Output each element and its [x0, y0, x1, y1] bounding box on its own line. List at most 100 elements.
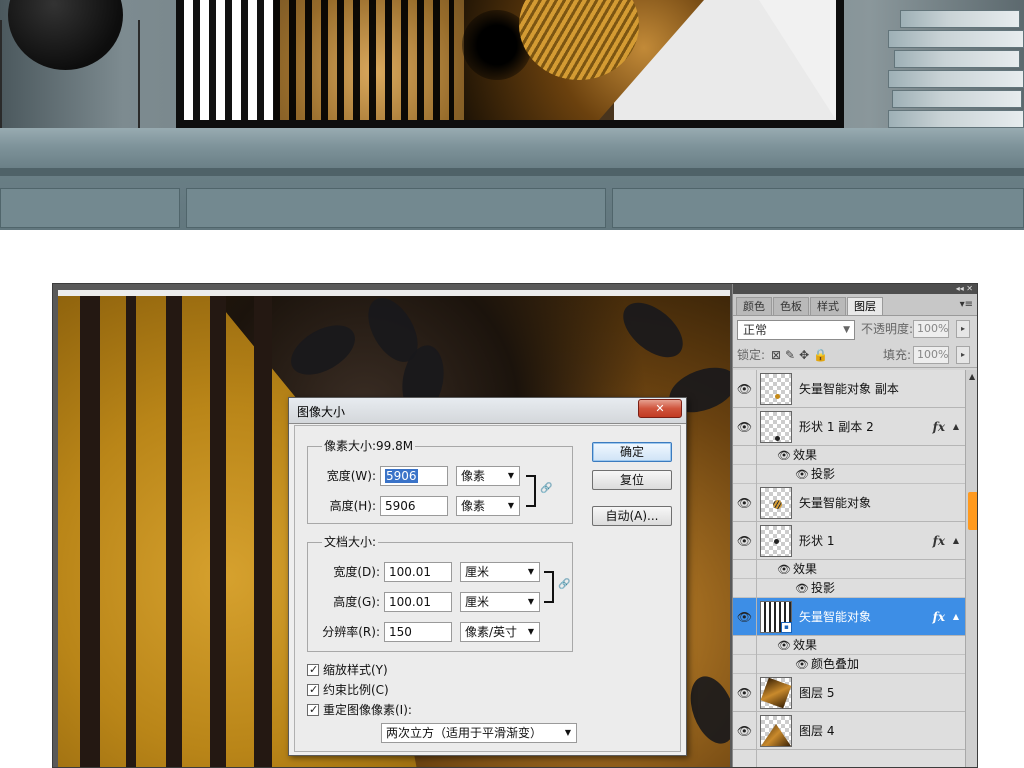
- pixel-width-unit-select[interactable]: 像素 ▼: [456, 466, 520, 486]
- expand-triangle-icon[interactable]: ▲: [953, 598, 959, 636]
- pixel-dimensions-legend: 像素大小:99.8M: [322, 439, 416, 453]
- effect-eye-icon[interactable]: 👁: [795, 579, 809, 598]
- effect-row[interactable]: 👁 颜色叠加: [733, 655, 965, 674]
- lock-label: 锁定:: [737, 348, 766, 362]
- pixel-height-label: 高度(H):: [329, 499, 376, 513]
- visibility-eye-icon[interactable]: 👁: [733, 712, 757, 750]
- effects-row[interactable]: 👁 效果: [733, 636, 965, 655]
- lock-icons[interactable]: ⊠✎✥🔒: [771, 345, 832, 365]
- doc-width-unit-select[interactable]: 厘米 ▼: [460, 562, 540, 582]
- fx-icon[interactable]: fx: [933, 522, 945, 560]
- layer-thumbnail: [760, 487, 792, 519]
- resample-checkbox[interactable]: 重定图像像素(I):: [307, 702, 412, 718]
- layer-row-selected[interactable]: 👁 ▪ 矢量智能对象 fx ▲: [733, 598, 965, 636]
- visibility-eye-icon[interactable]: 👁: [733, 674, 757, 712]
- resolution-label: 分辨率(R):: [322, 625, 380, 639]
- layer-row[interactable]: 👁 矢量智能对象 副本: [733, 370, 965, 408]
- checkbox-checked-icon: [307, 682, 319, 698]
- layer-row[interactable]: 👁 图层 5: [733, 674, 965, 712]
- opacity-label: 不透明度:: [861, 322, 914, 336]
- effect-row[interactable]: 👁 投影: [733, 579, 965, 598]
- layer-name: 矢量智能对象: [799, 610, 872, 624]
- chevron-down-icon: ▼: [527, 597, 534, 606]
- pixel-height-unit-select[interactable]: 像素 ▼: [456, 496, 520, 516]
- panel-menu-icon[interactable]: ▾≡: [960, 299, 973, 310]
- layer-row[interactable]: [733, 750, 965, 767]
- effects-row[interactable]: 👁 效果: [733, 560, 965, 579]
- chevron-down-icon: ▼: [527, 627, 534, 636]
- visibility-eye-icon[interactable]: [733, 750, 757, 767]
- tab-swatches[interactable]: 色板: [773, 297, 809, 315]
- tab-color[interactable]: 颜色: [736, 297, 772, 315]
- effect-row[interactable]: 👁 投影: [733, 465, 965, 484]
- layer-thumbnail: [760, 525, 792, 557]
- effect-drop-shadow: 投影: [811, 467, 836, 481]
- framed-artwork: [184, 0, 836, 120]
- layer-name: 形状 1: [799, 534, 835, 548]
- opacity-slider-button[interactable]: ▸: [956, 320, 970, 338]
- product-photo: [0, 0, 1024, 230]
- expand-triangle-icon[interactable]: ▲: [953, 522, 959, 560]
- image-size-dialog: 图像大小 ✕ 像素大小:99.8M 宽度(W): 5906 像素 ▼ 高度(H):…: [288, 397, 687, 756]
- chevron-down-icon: ▼: [527, 567, 534, 576]
- tab-layers[interactable]: 图层: [847, 297, 883, 315]
- reset-button[interactable]: 复位: [592, 470, 672, 490]
- pixel-height-input[interactable]: 5906: [380, 496, 448, 516]
- auto-button[interactable]: 自动(A)...: [592, 506, 672, 526]
- artwork-white-area: [759, 0, 836, 120]
- ok-button[interactable]: 确定: [592, 442, 672, 462]
- layer-thumbnail: [760, 677, 792, 709]
- fx-icon[interactable]: fx: [933, 408, 945, 446]
- resolution-input[interactable]: 150: [384, 622, 452, 642]
- pixel-width-input[interactable]: 5906: [380, 466, 448, 486]
- doc-height-input[interactable]: 100.01: [384, 592, 452, 612]
- constrain-proportions-checkbox[interactable]: 约束比例(C): [307, 682, 389, 698]
- layer-thumbnail: ▪: [760, 601, 792, 633]
- fill-label: 填充:: [883, 348, 912, 362]
- layers-scrollbar[interactable]: ▲: [965, 370, 977, 767]
- panel-collapse-strip[interactable]: ◂◂ ✕: [733, 284, 977, 294]
- scrollbar-thumb[interactable]: [968, 492, 977, 530]
- effect-eye-icon[interactable]: 👁: [777, 636, 791, 655]
- close-button[interactable]: ✕: [638, 399, 682, 418]
- visibility-eye-icon[interactable]: 👁: [733, 598, 757, 636]
- doc-width-input[interactable]: 100.01: [384, 562, 452, 582]
- dialog-body: 像素大小:99.8M 宽度(W): 5906 像素 ▼ 高度(H): 5906 像…: [294, 425, 681, 752]
- effect-eye-icon[interactable]: 👁: [777, 560, 791, 579]
- canvas-stripe: [210, 290, 226, 767]
- expand-triangle-icon[interactable]: ▲: [953, 408, 959, 446]
- layer-thumbnail: [760, 411, 792, 443]
- fill-slider-button[interactable]: ▸: [956, 346, 970, 364]
- scale-styles-checkbox[interactable]: 缩放样式(Y): [307, 662, 388, 678]
- dialog-titlebar[interactable]: 图像大小 ✕: [289, 398, 686, 424]
- opacity-input[interactable]: 100%: [913, 320, 949, 338]
- layers-list: 👁 矢量智能对象 副本 👁 形状 1 副本 2 fx ▲ 👁 效果 👁 投影 👁…: [733, 370, 965, 767]
- constrain-bracket: [526, 475, 536, 507]
- pixel-dimensions-group: 像素大小:99.8M 宽度(W): 5906 像素 ▼ 高度(H): 5906 像…: [307, 439, 573, 524]
- effect-eye-icon[interactable]: 👁: [777, 446, 791, 465]
- scroll-up-icon[interactable]: ▲: [969, 372, 975, 381]
- canvas-stripe: [254, 290, 272, 767]
- doc-height-unit-select[interactable]: 厘米 ▼: [460, 592, 540, 612]
- collapse-icon[interactable]: ◂◂ ✕: [956, 284, 973, 294]
- layer-thumbnail: [760, 715, 792, 747]
- visibility-eye-icon[interactable]: 👁: [733, 408, 757, 446]
- smart-object-icon: ▪: [781, 622, 792, 633]
- layer-row[interactable]: 👁 图层 4: [733, 712, 965, 750]
- layer-row[interactable]: 👁 矢量智能对象: [733, 484, 965, 522]
- visibility-eye-icon[interactable]: 👁: [733, 484, 757, 522]
- tab-styles[interactable]: 样式: [810, 297, 846, 315]
- layer-row[interactable]: 👁 形状 1 fx ▲: [733, 522, 965, 560]
- blend-mode-select[interactable]: 正常 ▼: [737, 320, 855, 340]
- effect-eye-icon[interactable]: 👁: [795, 465, 809, 484]
- effect-eye-icon[interactable]: 👁: [795, 655, 809, 674]
- fx-icon[interactable]: fx: [933, 598, 945, 636]
- panel-tabs: 颜色 色板 样式 图层 ▾≡: [733, 294, 977, 316]
- effects-row[interactable]: 👁 效果: [733, 446, 965, 465]
- resample-method-select[interactable]: 两次立方（适用于平滑渐变） ▼: [381, 723, 577, 743]
- visibility-eye-icon[interactable]: 👁: [733, 370, 757, 408]
- visibility-eye-icon[interactable]: 👁: [733, 522, 757, 560]
- resolution-unit-select[interactable]: 像素/英寸 ▼: [460, 622, 540, 642]
- fill-input[interactable]: 100%: [913, 346, 949, 364]
- layer-row[interactable]: 👁 形状 1 副本 2 fx ▲: [733, 408, 965, 446]
